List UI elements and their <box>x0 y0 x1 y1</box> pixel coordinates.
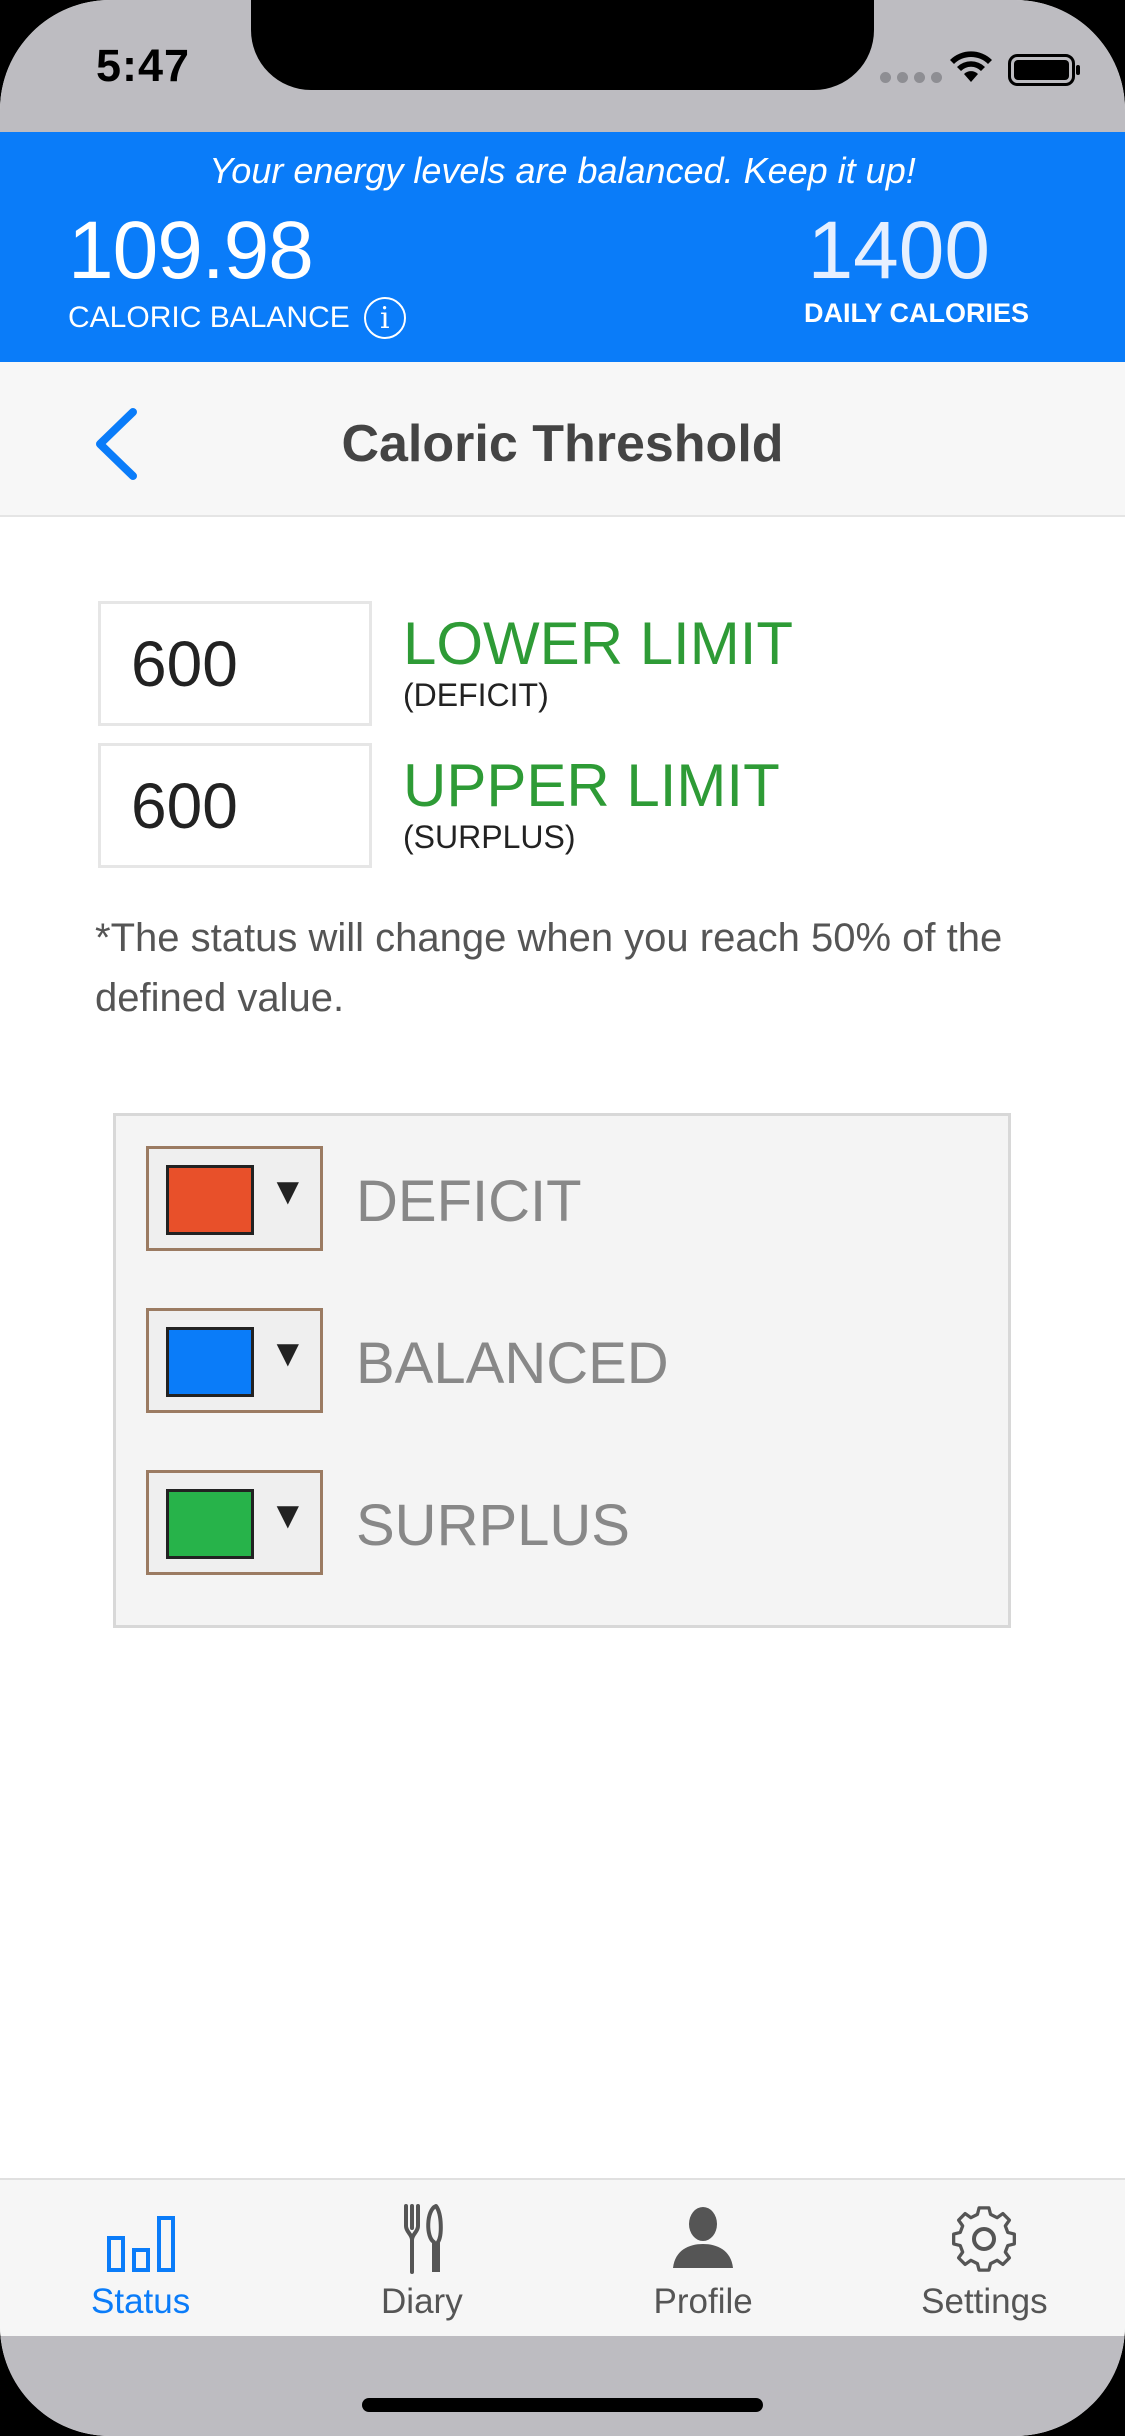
status-color-panel: ▼ DEFICIT ▼ BALANCED ▼ SURPLUS <box>113 1113 1011 1628</box>
wifi-icon <box>950 51 992 82</box>
balanced-color-swatch <box>166 1327 254 1397</box>
home-indicator-area <box>0 2336 1125 2436</box>
gear-icon <box>952 2206 1017 2272</box>
threshold-note: *The status will change when you reach 5… <box>95 916 1003 1020</box>
tab-diary[interactable]: Diary <box>281 2180 562 2338</box>
navigation-bar: Caloric Threshold <box>0 362 1125 517</box>
energy-message: Your energy levels are balanced. Keep it… <box>209 150 916 191</box>
upper-limit-row: UPPER LIMIT (SURPLUS) <box>98 743 1078 868</box>
surplus-color-row: ▼ SURPLUS <box>146 1470 986 1575</box>
notch <box>251 0 874 90</box>
caloric-balance-label: CALORIC BALANCE i <box>68 297 406 339</box>
info-icon[interactable]: i <box>363 297 406 339</box>
deficit-color-picker[interactable]: ▼ <box>146 1146 323 1251</box>
deficit-label: DEFICIT <box>356 1169 582 1234</box>
energy-summary-header: Your energy levels are balanced. Keep it… <box>0 132 1125 362</box>
tab-diary-label: Diary <box>381 2282 463 2321</box>
surplus-color-picker[interactable]: ▼ <box>146 1470 323 1575</box>
lower-limit-input[interactable] <box>98 601 372 726</box>
balanced-color-row: ▼ BALANCED <box>146 1308 986 1413</box>
caloric-balance-label-text: CALORIC BALANCE <box>68 301 350 334</box>
fork-knife-icon <box>403 2204 443 2274</box>
tab-profile-label: Profile <box>653 2282 753 2321</box>
deficit-color-row: ▼ DEFICIT <box>146 1146 986 1251</box>
lower-limit-title: LOWER LIMIT <box>403 610 794 677</box>
screen: 5:47 Your energy levels are balanced. Ke… <box>0 0 1125 2436</box>
home-indicator[interactable] <box>362 2398 763 2412</box>
status-bar: 5:47 <box>0 0 1125 132</box>
tab-status-label: Status <box>91 2282 191 2321</box>
daily-calories-value: 1400 <box>807 205 990 296</box>
daily-calories-label: DAILY CALORIES <box>803 298 1029 328</box>
tab-settings-label: Settings <box>921 2282 1048 2321</box>
upper-limit-input[interactable] <box>98 743 372 868</box>
dropdown-arrow-icon: ▼ <box>269 1333 307 1375</box>
bar-chart-icon <box>106 2216 175 2272</box>
balanced-color-picker[interactable]: ▼ <box>146 1308 323 1413</box>
tab-status[interactable]: Status <box>0 2180 281 2338</box>
dropdown-arrow-icon: ▼ <box>269 1495 307 1537</box>
tab-bar: Status Diary Profile Settings <box>0 2178 1125 2336</box>
balanced-label: BALANCED <box>356 1331 669 1396</box>
lower-limit-row: LOWER LIMIT (DEFICIT) <box>98 601 1078 726</box>
person-icon <box>673 2207 734 2268</box>
upper-limit-title: UPPER LIMIT <box>403 752 780 819</box>
surplus-color-swatch <box>166 1489 254 1559</box>
page-title: Caloric Threshold <box>341 415 784 473</box>
dropdown-arrow-icon: ▼ <box>269 1171 307 1213</box>
caloric-balance-value: 109.98 <box>68 205 314 296</box>
surplus-label: SURPLUS <box>356 1493 630 1558</box>
tab-profile[interactable]: Profile <box>563 2180 844 2338</box>
status-time: 5:47 <box>96 40 191 91</box>
deficit-color-swatch <box>166 1165 254 1235</box>
lower-limit-subtitle: (DEFICIT) <box>403 677 549 713</box>
cellular-signal-icon <box>880 72 942 83</box>
upper-limit-subtitle: (SURPLUS) <box>403 819 576 855</box>
tab-settings[interactable]: Settings <box>844 2180 1125 2338</box>
battery-icon <box>1008 54 1080 86</box>
